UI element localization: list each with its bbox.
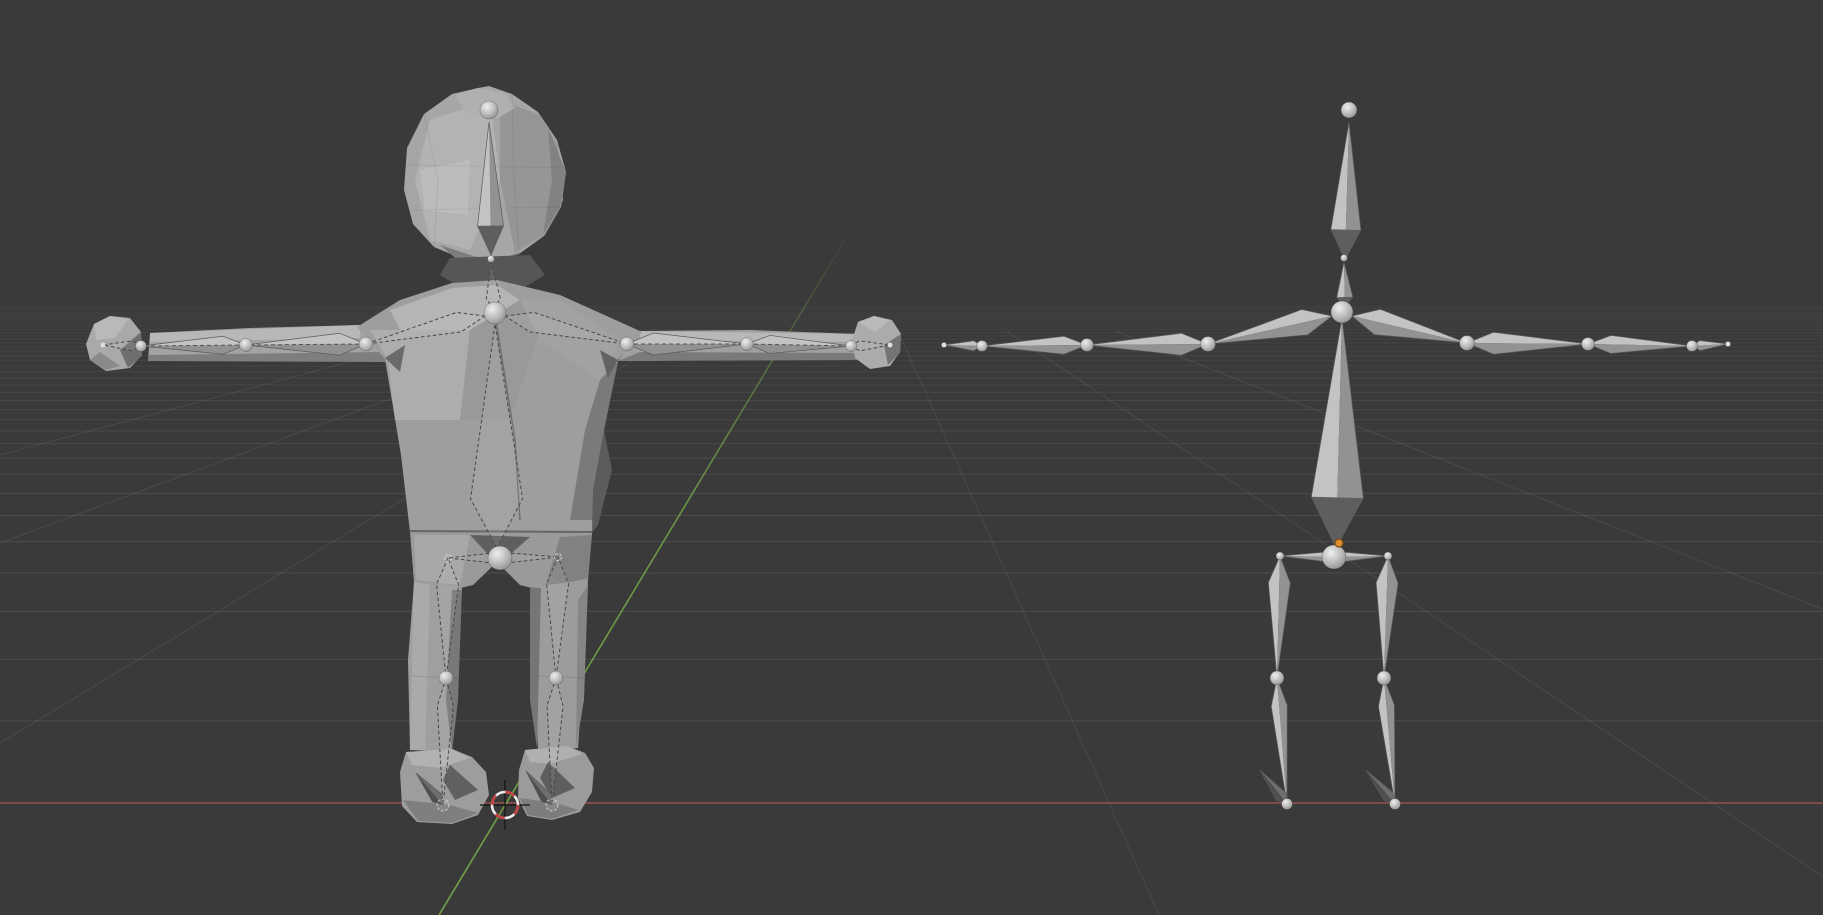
joint-chest[interactable]: [1331, 301, 1353, 323]
joint-wrist-l[interactable]: [136, 341, 147, 352]
joint-ankle-r[interactable]: [1390, 799, 1401, 810]
joint-elbow-l[interactable]: [240, 339, 253, 352]
joint-shoulder-l[interactable]: [359, 337, 373, 351]
floor-grid: [0, 306, 1823, 915]
joint-knee-l[interactable]: [1270, 671, 1284, 685]
joint-neck-base[interactable]: [1341, 255, 1348, 262]
joint-thigh-top-l[interactable]: [445, 555, 452, 562]
joint-elbow-l[interactable]: [1081, 339, 1094, 352]
joint-ankle-l[interactable]: [1282, 799, 1293, 810]
object-origin-dot: [1335, 539, 1343, 547]
blender-3d-viewport[interactable]: [0, 0, 1823, 915]
bone-spine[interactable]: [1311, 318, 1363, 548]
joint-wrist-r[interactable]: [1687, 341, 1698, 352]
joint-thigh-top-r[interactable]: [1384, 552, 1392, 560]
bone-facet-dark: [1087, 344, 1208, 355]
bone-head[interactable]: [1331, 122, 1361, 260]
grid-radial-line: [1007, 332, 1823, 915]
joint-hip[interactable]: [488, 546, 512, 570]
joint-shoulder-r[interactable]: [1460, 336, 1475, 351]
bone-facet-light: [982, 336, 1087, 346]
joint-chest[interactable]: [484, 302, 506, 324]
joint-knee-r[interactable]: [1377, 671, 1391, 685]
joint-wrist-r[interactable]: [846, 341, 857, 352]
joint-elbow-r[interactable]: [741, 338, 754, 351]
joint-thigh-top-r[interactable]: [555, 554, 562, 561]
joint-shoulder-r[interactable]: [620, 337, 634, 351]
joint-ankle-l[interactable]: [437, 799, 449, 811]
joint-ankle-r[interactable]: [546, 799, 558, 811]
bone-upper-arm-l[interactable]: [1087, 333, 1208, 355]
joint-hand-tip-l[interactable]: [101, 343, 106, 348]
joint-wrist-l[interactable]: [977, 341, 988, 352]
bone-neck[interactable]: [1337, 262, 1353, 307]
bone-facet-light: [1467, 332, 1588, 344]
joint-hip[interactable]: [1322, 545, 1346, 569]
joint-head-tip[interactable]: [480, 101, 498, 119]
bone-facet-dark: [1467, 343, 1588, 354]
joint-shoulder-l[interactable]: [1201, 337, 1216, 352]
grid-radial-line: [898, 332, 1173, 915]
grid-radial-line: [1116, 332, 1823, 915]
joint-hand-tip-r[interactable]: [1726, 342, 1731, 347]
joint-thigh-top-l[interactable]: [1276, 552, 1284, 560]
joint-hand-tip-r[interactable]: [888, 343, 893, 348]
armature-object[interactable]: [942, 102, 1731, 810]
joint-head-tip[interactable]: [1341, 102, 1357, 118]
bone-facet-dark: [982, 345, 1087, 354]
character-armature-overlay[interactable]: [101, 101, 893, 811]
joint-knee-r[interactable]: [549, 671, 563, 685]
joint-neck-base[interactable]: [488, 256, 495, 263]
joint-knee-l[interactable]: [439, 671, 453, 685]
grid-radial-line: [0, 332, 463, 915]
joint-hand-tip-l[interactable]: [942, 343, 947, 348]
joint-elbow-r[interactable]: [1582, 338, 1595, 351]
